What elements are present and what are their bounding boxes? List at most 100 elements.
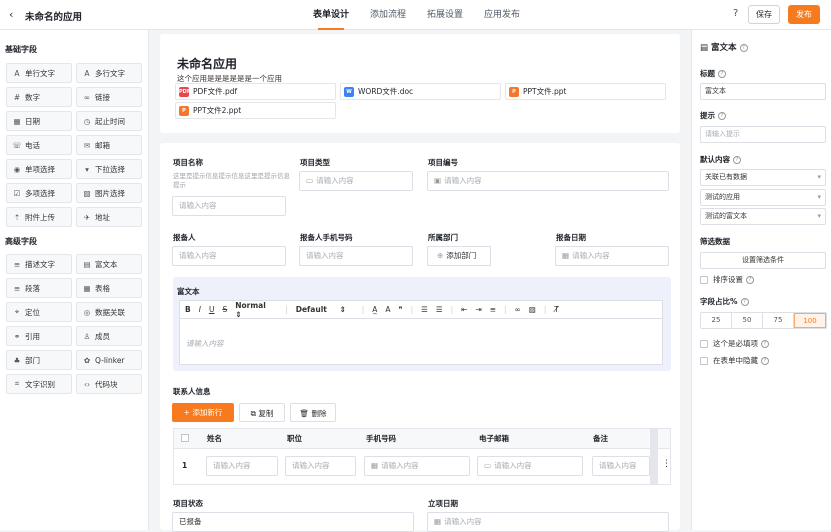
report-date-input[interactable]: ▦ 请输入内容 xyxy=(555,246,669,266)
project-name-input[interactable]: 请输入内容 xyxy=(172,196,286,216)
question-icon[interactable]: ? xyxy=(761,356,769,365)
word-file-icon: W xyxy=(344,86,354,97)
field-item[interactable]: ⚭ 引用 xyxy=(6,326,72,346)
field-item[interactable]: ✿ Q-linker xyxy=(76,350,142,370)
file-attachment[interactable]: P PPT文件.ppt xyxy=(505,83,666,100)
ordered-list-icon[interactable]: ☰ xyxy=(421,305,428,314)
field-item[interactable]: ▦ 表格 xyxy=(76,278,142,298)
field-item[interactable]: ⇡ 附件上传 xyxy=(6,207,72,227)
tab-add-flow[interactable]: 添加流程 xyxy=(370,0,406,30)
select-all-checkbox[interactable] xyxy=(181,434,189,442)
field-item[interactable]: A 多行文字 xyxy=(76,63,142,83)
row-more-icon[interactable]: ⋮ xyxy=(662,459,671,469)
italic-icon[interactable]: I xyxy=(199,305,201,314)
reporter-input[interactable]: 请输入内容 xyxy=(172,246,286,266)
width-option-25[interactable]: 25 xyxy=(701,313,732,328)
field-item[interactable]: ☏ 电话 xyxy=(6,135,72,155)
align-icon[interactable]: ≡ xyxy=(490,305,496,314)
width-option-75[interactable]: 75 xyxy=(763,313,794,328)
field-item[interactable]: ▤ 富文本 xyxy=(76,254,142,274)
tab-publish[interactable]: 应用发布 xyxy=(484,0,520,30)
field-item[interactable]: A 单行文字 xyxy=(6,63,72,83)
tip-input[interactable]: 请输入提示 xyxy=(700,126,826,143)
cell-position-input[interactable]: 请输入内容 xyxy=(285,456,356,476)
quote-icon[interactable]: ❞ xyxy=(399,305,403,314)
question-icon[interactable]: ? xyxy=(761,339,769,348)
heading-select[interactable]: Normal ⇕ xyxy=(235,301,277,319)
bold-icon[interactable]: B xyxy=(185,305,191,314)
field-item[interactable]: ♙ 成员 xyxy=(76,326,142,346)
field-item[interactable]: ◷ 起止时间 xyxy=(76,111,142,131)
rich-text-editor[interactable]: 请输入内容 xyxy=(179,319,663,365)
field-item[interactable]: ▨ 图片选择 xyxy=(76,183,142,203)
add-department-button[interactable]: ⊕ 添加部门 xyxy=(427,246,491,266)
table-scrollbar[interactable] xyxy=(650,429,658,484)
question-icon[interactable]: ? xyxy=(740,298,749,306)
strike-icon[interactable]: S xyxy=(222,305,227,314)
field-item[interactable]: ✉ 邮箱 xyxy=(76,135,142,155)
field-item[interactable]: ∞ 链接 xyxy=(76,87,142,107)
font-select[interactable]: Default ⇕ xyxy=(296,305,354,314)
field-item[interactable]: ♣ 部门 xyxy=(6,350,72,370)
tab-form-design[interactable]: 表单设计 xyxy=(313,0,349,30)
add-row-button[interactable]: + 添加新行 xyxy=(172,403,234,422)
default-select-2[interactable]: 测试的应用 ▾ xyxy=(700,189,826,206)
question-icon[interactable]: ? xyxy=(739,43,748,52)
tab-extend-settings[interactable]: 拓展设置 xyxy=(427,0,463,30)
back-arrow-icon[interactable]: ‹ xyxy=(9,8,13,21)
bullet-list-icon[interactable]: ☰ xyxy=(436,305,443,314)
question-icon[interactable]: ? xyxy=(746,275,754,284)
project-type-select[interactable]: ▭ 请输入内容 xyxy=(299,171,413,191)
cell-remark-input[interactable]: 请输入内容 xyxy=(592,456,650,476)
project-status-input[interactable]: 已报备 xyxy=(172,512,414,532)
image-icon[interactable]: ▨ xyxy=(529,305,536,314)
field-item[interactable]: # 数字 xyxy=(6,87,72,107)
filter-button[interactable]: 设置筛选条件 xyxy=(700,252,826,269)
field-item[interactable]: ≡ 描述文字 xyxy=(6,254,72,274)
cell-name-input[interactable]: 请输入内容 xyxy=(206,456,278,476)
outdent-icon[interactable]: ⇤ xyxy=(461,305,467,314)
indent-icon[interactable]: ⇥ xyxy=(475,305,481,314)
setup-date-input[interactable]: ▦ 请输入内容 xyxy=(427,512,669,532)
question-icon[interactable]: ? xyxy=(718,112,726,120)
field-item[interactable]: ⌗ 文字识别 xyxy=(6,374,72,394)
field-item[interactable]: ⌖ 定位 xyxy=(6,302,72,322)
hide-checkbox[interactable]: 在表单中隐藏? xyxy=(700,355,769,366)
cell-phone-input[interactable]: ▦ 请输入内容 xyxy=(364,456,470,476)
form-header-card[interactable]: 未命名应用 这个应用是是是是是是一个应用 PDF PDF文件.pdf W WORD文… xyxy=(160,34,680,133)
cell-email-input[interactable]: ▭ 请输入内容 xyxy=(477,456,583,476)
highlight-icon[interactable]: A xyxy=(385,305,390,314)
field-item[interactable]: ◉ 单项选择 xyxy=(6,159,72,179)
question-icon[interactable]: ? xyxy=(718,70,726,78)
project-number-input[interactable]: ▣ 请输入内容 xyxy=(427,171,669,191)
field-item[interactable]: ◎ 数据关联 xyxy=(76,302,142,322)
underline-icon[interactable]: U xyxy=(209,305,215,314)
clear-format-icon[interactable]: T̸ xyxy=(554,305,559,314)
field-item[interactable]: ▦ 日期 xyxy=(6,111,72,131)
required-checkbox[interactable]: 这个是必填项? xyxy=(700,338,769,349)
question-icon[interactable]: ? xyxy=(733,156,741,164)
width-option-50[interactable]: 50 xyxy=(732,313,763,328)
field-item[interactable]: ✈ 地址 xyxy=(76,207,142,227)
help-icon[interactable]: ? xyxy=(733,8,738,19)
default-select-3[interactable]: 测试的富文本 ▾ xyxy=(700,208,826,225)
link-icon[interactable]: ∞ xyxy=(515,305,521,314)
save-button[interactable]: 保存 xyxy=(748,5,780,24)
width-option-100[interactable]: 100 xyxy=(794,313,826,328)
file-attachment[interactable]: W WORD文件.doc xyxy=(340,83,501,100)
copy-button[interactable]: ⧉ 复制 xyxy=(239,403,285,422)
rich-text-field[interactable]: 富文本 B I U S Normal ⇕ | Default ⇕ | A̲ A ❞… xyxy=(173,277,671,371)
field-item[interactable]: ‹› 代码块 xyxy=(76,374,142,394)
sort-checkbox[interactable]: 排序设置? xyxy=(700,274,754,285)
delete-button[interactable]: 🗑 删除 xyxy=(290,403,336,422)
default-select-1[interactable]: 关联已有数据 ▾ xyxy=(700,169,826,186)
font-color-icon[interactable]: A̲ xyxy=(372,305,377,314)
field-item[interactable]: ≡ 段落 xyxy=(6,278,72,298)
publish-button[interactable]: 发布 xyxy=(788,5,820,24)
field-item[interactable]: ☑ 多项选择 xyxy=(6,183,72,203)
field-item[interactable]: ▾ 下拉选择 xyxy=(76,159,142,179)
file-attachment[interactable]: PDF PDF文件.pdf xyxy=(175,83,336,100)
title-input[interactable]: 富文本 xyxy=(700,83,826,100)
file-attachment[interactable]: P PPT文件2.ppt xyxy=(175,102,336,119)
reporter-phone-input[interactable]: 请输入内容 xyxy=(299,246,413,266)
